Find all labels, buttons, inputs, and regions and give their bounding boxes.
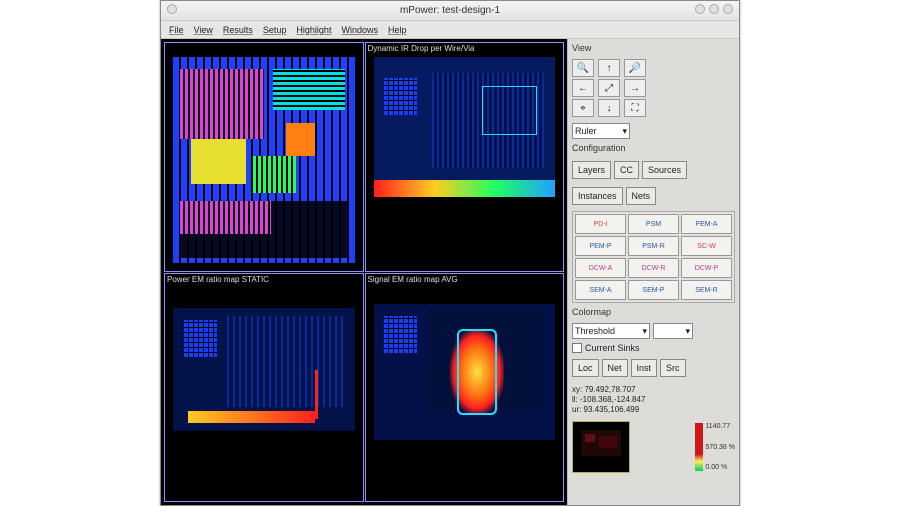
zoom-in-icon[interactable]: 🔍	[572, 59, 594, 77]
pane-label-bl: Power EM ratio map STATIC	[167, 275, 269, 284]
menu-file[interactable]: File	[169, 25, 184, 35]
window-controls-left	[167, 4, 177, 14]
pane-label-br: Signal EM ratio map AVG	[368, 275, 458, 284]
layers-button[interactable]: Layers	[572, 161, 611, 179]
loc-button[interactable]: Loc	[572, 359, 599, 377]
mode-dcw-r[interactable]: DCW-R	[628, 258, 679, 278]
window-dot[interactable]	[167, 4, 177, 14]
layout-art-power-em	[173, 288, 355, 494]
menu-windows[interactable]: Windows	[341, 25, 378, 35]
mode-pem-p[interactable]: PEM-P	[575, 236, 626, 256]
mode-pd-i[interactable]: PD-I	[575, 214, 626, 234]
titlebar: mPower: test-design-1	[161, 1, 739, 21]
pane-top-right[interactable]: Dynamic IR Drop per Wire/Via	[365, 42, 565, 272]
pane-bottom-left[interactable]: Power EM ratio map STATIC	[164, 273, 364, 503]
mode-grid: PD-I PSM PEM-A PEM-P PSM-R SC-W DCW-A DC…	[572, 211, 735, 303]
layout-art-irdrop	[374, 57, 556, 263]
mode-sem-a[interactable]: SEM-A	[575, 280, 626, 300]
sidebar-footer: 1140.77 570.38 % 0.00 %	[572, 421, 735, 473]
main-body: Dynamic IR Drop per Wire/Via Power EM ra…	[161, 39, 739, 505]
mode-sem-p[interactable]: SEM-P	[628, 280, 679, 300]
color-legend: 1140.77 570.38 % 0.00 %	[634, 421, 735, 473]
app-window: mPower: test-design-1 File View Results …	[160, 0, 740, 506]
mode-pem-a[interactable]: PEM-A	[681, 214, 732, 234]
colormap-select[interactable]: Threshold ▾	[572, 323, 650, 339]
pan-right-icon[interactable]: →	[624, 79, 646, 97]
minimize-button[interactable]	[695, 4, 705, 14]
mode-dcw-a[interactable]: DCW-A	[575, 258, 626, 278]
cc-button[interactable]: CC	[614, 161, 639, 179]
expand-icon[interactable]: ⛶	[624, 99, 646, 117]
chevron-down-icon: ▾	[642, 326, 647, 337]
sources-button[interactable]: Sources	[642, 161, 687, 179]
layout-art-multicolor	[173, 57, 355, 263]
coord-ll: ll: -108.368,-124.847	[572, 395, 735, 405]
menu-help[interactable]: Help	[388, 25, 407, 35]
chevron-down-icon: ▾	[622, 126, 627, 137]
view-title: View	[572, 43, 735, 53]
mode-psm[interactable]: PSM	[628, 214, 679, 234]
net-button[interactable]: Net	[602, 359, 628, 377]
pan-down-icon[interactable]: ↓	[598, 99, 620, 117]
layout-art-signal-em	[374, 288, 556, 494]
pan-left-icon[interactable]: ←	[572, 79, 594, 97]
pane-top-left[interactable]	[164, 42, 364, 272]
coord-ur: ur: 93.435,106.499	[572, 405, 735, 415]
legend-mid: 570.38 %	[705, 444, 735, 451]
mode-sc-w[interactable]: SC-W	[681, 236, 732, 256]
menu-view[interactable]: View	[194, 25, 213, 35]
config-title: Configuration	[572, 143, 735, 153]
mode-psm-r[interactable]: PSM-R	[628, 236, 679, 256]
overview-thumbnail[interactable]	[572, 421, 630, 473]
menu-results[interactable]: Results	[223, 25, 253, 35]
inst-button[interactable]: Inst	[631, 359, 658, 377]
ruler-select[interactable]: Ruler ▾	[572, 123, 630, 139]
fit-icon[interactable]: ⤢	[598, 79, 620, 97]
colormap-title: Colormap	[572, 307, 735, 317]
src-button[interactable]: Src	[660, 359, 686, 377]
maximize-button[interactable]	[709, 4, 719, 14]
menubar: File View Results Setup Highlight Window…	[161, 21, 739, 39]
view-tools: 🔍 ↑ 🔎 ← ⤢ → ⌖ ↓ ⛶	[572, 59, 735, 117]
zoom-out-icon[interactable]: 🔎	[624, 59, 646, 77]
nets-button[interactable]: Nets	[626, 187, 657, 205]
sidebar: View 🔍 ↑ 🔎 ← ⤢ → ⌖ ↓ ⛶ Ruler ▾ Configura…	[567, 39, 739, 505]
pane-label-tr: Dynamic IR Drop per Wire/Via	[368, 44, 475, 53]
close-button[interactable]	[723, 4, 733, 14]
current-sinks-checkbox[interactable]	[572, 343, 582, 353]
window-controls-right	[695, 4, 733, 14]
window-title: mPower: test-design-1	[400, 5, 500, 16]
instances-button[interactable]: Instances	[572, 187, 623, 205]
zoom-region-icon[interactable]: ⌖	[572, 99, 594, 117]
canvas-grid: Dynamic IR Drop per Wire/Via Power EM ra…	[161, 39, 567, 505]
menu-setup[interactable]: Setup	[263, 25, 287, 35]
legend-bar	[695, 423, 703, 471]
mode-sem-r[interactable]: SEM-R	[681, 280, 732, 300]
legend-lo: 0.00 %	[705, 464, 735, 471]
thumbnail-art	[577, 426, 625, 468]
colormap-extra-select[interactable]: ▾	[653, 323, 693, 339]
legend-hi: 1140.77	[705, 423, 735, 430]
coord-xy: xy: 79.492,78.707	[572, 385, 735, 395]
coords-readout: xy: 79.492,78.707 ll: -108.368,-124.847 …	[572, 385, 735, 415]
chevron-down-icon: ▾	[685, 326, 690, 337]
current-sinks-label: Current Sinks	[585, 343, 640, 353]
pan-up-icon[interactable]: ↑	[598, 59, 620, 77]
pane-bottom-right[interactable]: Signal EM ratio map AVG	[365, 273, 565, 503]
menu-highlight[interactable]: Highlight	[296, 25, 331, 35]
colormap-value: Threshold	[575, 326, 615, 336]
ruler-select-value: Ruler	[575, 126, 597, 136]
mode-dcw-p[interactable]: DCW-P	[681, 258, 732, 278]
